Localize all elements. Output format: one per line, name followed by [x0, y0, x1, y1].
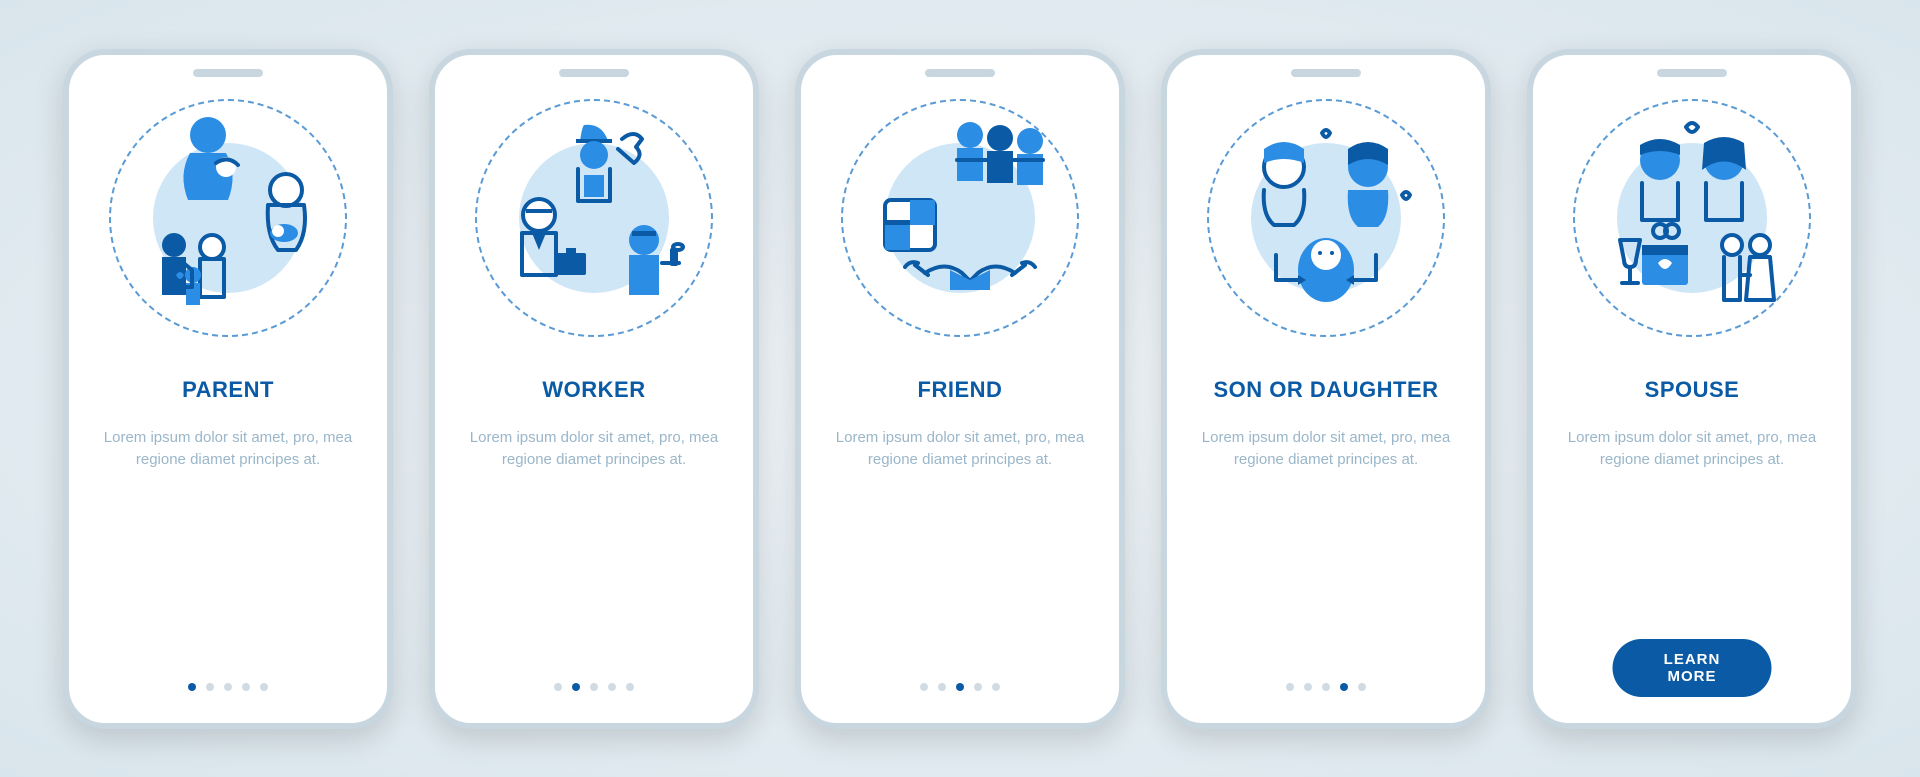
onboarding-screen-friend: FRIEND Lorem ipsum dolor sit amet, pro, …: [795, 49, 1125, 729]
screen-description: Lorem ipsum dolor sit amet, pro, mea reg…: [464, 427, 724, 472]
illustration-son-daughter: [1201, 93, 1451, 343]
dot-4[interactable]: [974, 683, 982, 691]
learn-more-button[interactable]: LEARN MORE: [1613, 639, 1772, 697]
onboarding-screen-spouse: SPOUSE Lorem ipsum dolor sit amet, pro, …: [1527, 49, 1857, 729]
screen-title: SON OR DAUGHTER: [1213, 377, 1438, 403]
dot-3[interactable]: [224, 683, 232, 691]
pagination-dots: [920, 683, 1000, 691]
friend-icon: [850, 105, 1070, 330]
dot-2[interactable]: [938, 683, 946, 691]
phone-notch: [925, 69, 995, 77]
dot-5[interactable]: [626, 683, 634, 691]
screen-description: Lorem ipsum dolor sit amet, pro, mea reg…: [1196, 427, 1456, 472]
onboarding-screen-parent: PARENT Lorem ipsum dolor sit amet, pro, …: [63, 49, 393, 729]
parent-icon: [118, 105, 338, 330]
screen-description: Lorem ipsum dolor sit amet, pro, mea reg…: [98, 427, 358, 472]
dot-5[interactable]: [1358, 683, 1366, 691]
dot-3[interactable]: [956, 683, 964, 691]
dot-4[interactable]: [1340, 683, 1348, 691]
pagination-dots: [1286, 683, 1366, 691]
dot-2[interactable]: [1304, 683, 1312, 691]
son-daughter-icon: [1216, 105, 1436, 330]
dot-5[interactable]: [992, 683, 1000, 691]
dot-1[interactable]: [920, 683, 928, 691]
phone-notch: [1657, 69, 1727, 77]
phone-notch: [193, 69, 263, 77]
onboarding-screen-son-daughter: SON OR DAUGHTER Lorem ipsum dolor sit am…: [1161, 49, 1491, 729]
screen-title: WORKER: [542, 377, 645, 403]
screen-title: PARENT: [182, 377, 274, 403]
screen-title: FRIEND: [918, 377, 1003, 403]
phone-notch: [1291, 69, 1361, 77]
dot-2[interactable]: [206, 683, 214, 691]
dot-3[interactable]: [1322, 683, 1330, 691]
screen-description: Lorem ipsum dolor sit amet, pro, mea reg…: [830, 427, 1090, 472]
illustration-parent: [103, 93, 353, 343]
illustration-friend: [835, 93, 1085, 343]
dot-4[interactable]: [608, 683, 616, 691]
onboarding-screen-worker: WORKER Lorem ipsum dolor sit amet, pro, …: [429, 49, 759, 729]
illustration-spouse: [1567, 93, 1817, 343]
illustration-worker: [469, 93, 719, 343]
pagination-dots: [188, 683, 268, 691]
spouse-icon: [1582, 105, 1802, 330]
worker-icon: [484, 105, 704, 330]
phone-notch: [559, 69, 629, 77]
screen-description: Lorem ipsum dolor sit amet, pro, mea reg…: [1562, 427, 1822, 472]
dot-4[interactable]: [242, 683, 250, 691]
dot-3[interactable]: [590, 683, 598, 691]
dot-1[interactable]: [1286, 683, 1294, 691]
dot-1[interactable]: [554, 683, 562, 691]
dot-5[interactable]: [260, 683, 268, 691]
dot-2[interactable]: [572, 683, 580, 691]
dot-1[interactable]: [188, 683, 196, 691]
pagination-dots: [554, 683, 634, 691]
screen-title: SPOUSE: [1645, 377, 1740, 403]
